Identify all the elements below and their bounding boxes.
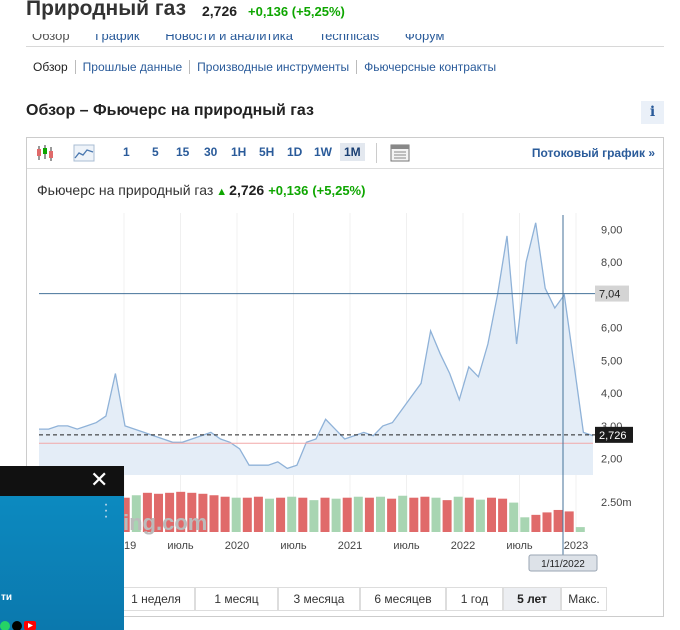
volume-bar bbox=[231, 497, 241, 532]
x-tick-label: 2023 bbox=[564, 540, 588, 552]
sub-navigation: Обзор Прошлые данные Производные инструмен… bbox=[26, 60, 503, 74]
header-price: 2,726 bbox=[202, 3, 238, 19]
video-ad-overlay: ✕ · · · ти bbox=[0, 466, 124, 630]
volume-bar bbox=[220, 496, 230, 532]
volume-axis-label: 2.50m bbox=[601, 497, 632, 509]
subnav-overview[interactable]: Обзор bbox=[26, 60, 75, 74]
range-6-months[interactable]: 6 месяцев bbox=[360, 587, 446, 611]
volume-bar bbox=[287, 496, 297, 532]
volume-bar bbox=[253, 496, 263, 532]
volume-bar bbox=[265, 498, 274, 532]
video-caption: ти bbox=[1, 592, 13, 603]
subnav-historical-data[interactable]: Прошлые данные bbox=[74, 60, 189, 74]
x-tick-label: 2021 bbox=[338, 540, 362, 552]
x-tick-label: 2020 bbox=[225, 540, 249, 552]
instrument-title: Природный газ bbox=[26, 0, 187, 20]
y-tick-label: 5,00 bbox=[601, 355, 622, 367]
volume-bar bbox=[542, 512, 552, 532]
volume-bar bbox=[353, 496, 363, 532]
volume-bar bbox=[464, 497, 474, 532]
y-tick-label: 2,00 bbox=[601, 454, 622, 466]
volume-bar bbox=[209, 495, 219, 532]
section-title: Обзор – Фьючерс на природный газ bbox=[26, 102, 314, 119]
volume-bar bbox=[575, 527, 585, 532]
range-3-months[interactable]: 3 месяца bbox=[278, 587, 360, 611]
crosshair-date-label: 1/11/2022 bbox=[541, 559, 585, 570]
volume-bar bbox=[420, 496, 430, 532]
quote-header: Природный газ 2,726 +0,136 (+5,25%) bbox=[0, 0, 680, 34]
volume-bar bbox=[520, 517, 530, 532]
header-change: +0,136 (+5,25%) bbox=[248, 4, 345, 19]
x-tick-label: июль bbox=[506, 540, 533, 552]
range-selector: 1 неделя 1 месяц 3 месяца 6 месяцев 1 го… bbox=[117, 587, 607, 611]
range-1-month[interactable]: 1 месяц bbox=[195, 587, 278, 611]
volume-bar bbox=[276, 497, 286, 532]
volume-bar bbox=[309, 500, 319, 532]
close-icon[interactable]: ✕ bbox=[90, 469, 108, 493]
volume-bar bbox=[498, 498, 508, 532]
x-tick-label: июль bbox=[393, 540, 420, 552]
volume-bar bbox=[431, 497, 441, 532]
x-tick-label: 2022 bbox=[451, 540, 475, 552]
watermark: ing.com bbox=[123, 510, 207, 535]
y-tick-label: 4,00 bbox=[601, 388, 622, 400]
volume-bar bbox=[242, 497, 252, 532]
volume-bar bbox=[453, 496, 463, 532]
x-tick-label: июль bbox=[167, 540, 194, 552]
range-max[interactable]: Макс. bbox=[561, 587, 607, 611]
volume-bar bbox=[409, 497, 419, 532]
volume-bar bbox=[331, 498, 341, 532]
subnav-futures-contracts[interactable]: Фьючерсные контракты bbox=[356, 60, 503, 74]
subnav-derivatives[interactable]: Производные инструменты bbox=[189, 60, 356, 74]
y-tick-label: 6,00 bbox=[601, 323, 622, 335]
x-tick-label: июль bbox=[280, 540, 307, 552]
volume-bar bbox=[387, 498, 397, 532]
volume-bar bbox=[531, 514, 541, 532]
volume-bar bbox=[342, 497, 352, 532]
info-icon[interactable]: i bbox=[641, 101, 664, 124]
more-options-icon[interactable]: · · · bbox=[103, 497, 109, 525]
volume-bar bbox=[553, 509, 563, 532]
last-price-label: 2,726 bbox=[599, 430, 627, 442]
volume-bar bbox=[398, 495, 408, 532]
video-top-bar: ✕ bbox=[0, 466, 124, 496]
social-icons bbox=[0, 618, 60, 630]
volume-bar bbox=[509, 502, 519, 532]
range-5-years[interactable]: 5 лет bbox=[503, 587, 561, 611]
volume-bar bbox=[487, 497, 496, 532]
crosshair-value-label: 7,04 bbox=[599, 289, 620, 301]
range-1-year[interactable]: 1 год bbox=[446, 587, 503, 611]
y-tick-label: 9,00 bbox=[601, 224, 622, 236]
volume-bar bbox=[320, 497, 330, 532]
y-tick-label: 8,00 bbox=[601, 257, 622, 269]
volume-bar bbox=[564, 511, 574, 532]
volume-bar bbox=[298, 497, 308, 532]
volume-bar bbox=[442, 500, 452, 532]
volume-bar bbox=[475, 499, 485, 532]
volume-bar bbox=[364, 497, 374, 532]
volume-bar bbox=[376, 496, 385, 532]
price-area bbox=[39, 222, 593, 475]
range-1-week[interactable]: 1 неделя bbox=[117, 587, 195, 611]
